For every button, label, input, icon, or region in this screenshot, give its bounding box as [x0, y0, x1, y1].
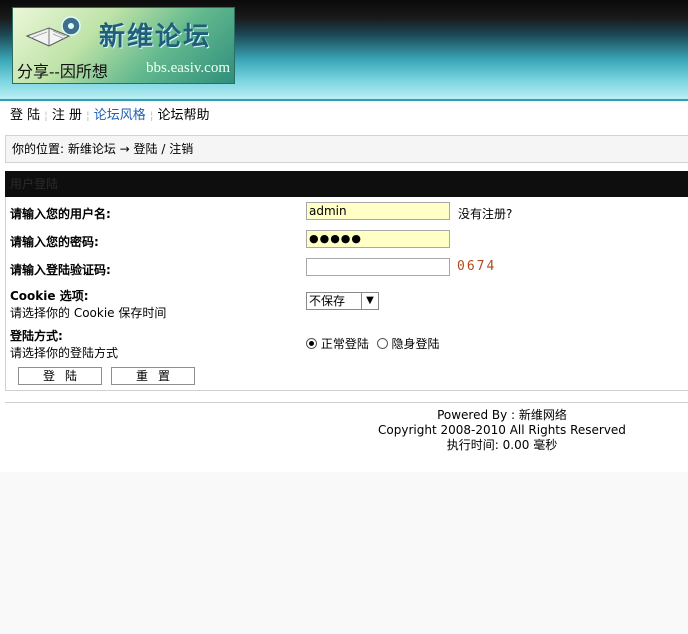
login-button[interactable]: 登陆	[18, 367, 102, 385]
login-mode-radios: 正常登陆 隐身登陆	[306, 335, 440, 352]
mode-desc: 请选择你的登陆方式	[10, 346, 119, 360]
nav-login[interactable]: 登 陆	[10, 108, 40, 123]
footer-powered: Powered By : 新维网络	[437, 408, 567, 422]
radio-normal-label: 正常登陆	[320, 337, 369, 351]
nav-separator: ¦	[149, 109, 154, 122]
book-film-icon	[25, 16, 81, 47]
captcha-label: 请输入登陆验证码:	[10, 263, 111, 277]
footer-exec-time: 执行时间: 0.00 毫秒	[446, 438, 558, 452]
chevron-down-icon: ▼	[361, 293, 378, 309]
captcha-code: 0674	[457, 259, 497, 274]
footer-text: Powered By : 新维网络 Copyright 2008-2010 Al…	[0, 408, 688, 453]
cookie-select[interactable]: 不保存 ▼	[306, 292, 379, 310]
nav-style[interactable]: 论坛风格	[94, 108, 146, 123]
nav-separator: ¦	[44, 109, 48, 122]
radio-hidden-login[interactable]	[376, 338, 388, 349]
footer-copyright: Copyright 2008-2010 All Rights Reserved	[378, 423, 626, 437]
breadcrumb: 你的位置: 新维论坛 → 登陆 / 注销	[5, 135, 688, 163]
nav-separator: ¦	[86, 109, 90, 122]
top-nav: 登 陆 ¦ 注 册 ¦ 论坛风格 ¦ 论坛帮助	[10, 107, 209, 125]
username-input[interactable]	[306, 202, 450, 220]
username-label: 请输入您的用户名:	[10, 207, 111, 221]
radio-hidden-label: 隐身登陆	[391, 337, 440, 351]
panel-title: 用户登陆	[5, 171, 688, 197]
logo-domain: bbs.easiv.com	[146, 60, 231, 76]
page-background	[0, 472, 688, 634]
mode-label: 登陆方式:	[10, 329, 63, 343]
radio-normal-login[interactable]	[306, 338, 317, 349]
reset-button[interactable]: 重置	[111, 367, 195, 385]
logo-slogan: 分享--因所想	[17, 62, 108, 81]
cookie-selected: 不保存	[309, 294, 346, 308]
captcha-input[interactable]	[306, 258, 450, 276]
site-logo[interactable]: 新维论坛 分享--因所想 bbs.easiv.com	[12, 7, 235, 84]
mode-label-group: 登陆方式: 请选择你的登陆方式	[10, 327, 118, 361]
nav-register[interactable]: 注 册	[52, 108, 82, 123]
nav-help[interactable]: 论坛帮助	[157, 108, 209, 123]
cookie-desc: 请选择你的 Cookie 保存时间	[10, 306, 167, 320]
password-label: 请输入您的密码:	[10, 235, 99, 249]
no-account-link[interactable]: 没有注册?	[458, 205, 512, 222]
cookie-label-group: Cookie 选项: 请选择你的 Cookie 保存时间	[10, 287, 166, 321]
password-input[interactable]: ●●●●●	[306, 230, 450, 248]
logo-title: 新维论坛	[99, 22, 212, 52]
cookie-label: Cookie 选项:	[10, 289, 89, 303]
header-divider	[0, 99, 688, 101]
